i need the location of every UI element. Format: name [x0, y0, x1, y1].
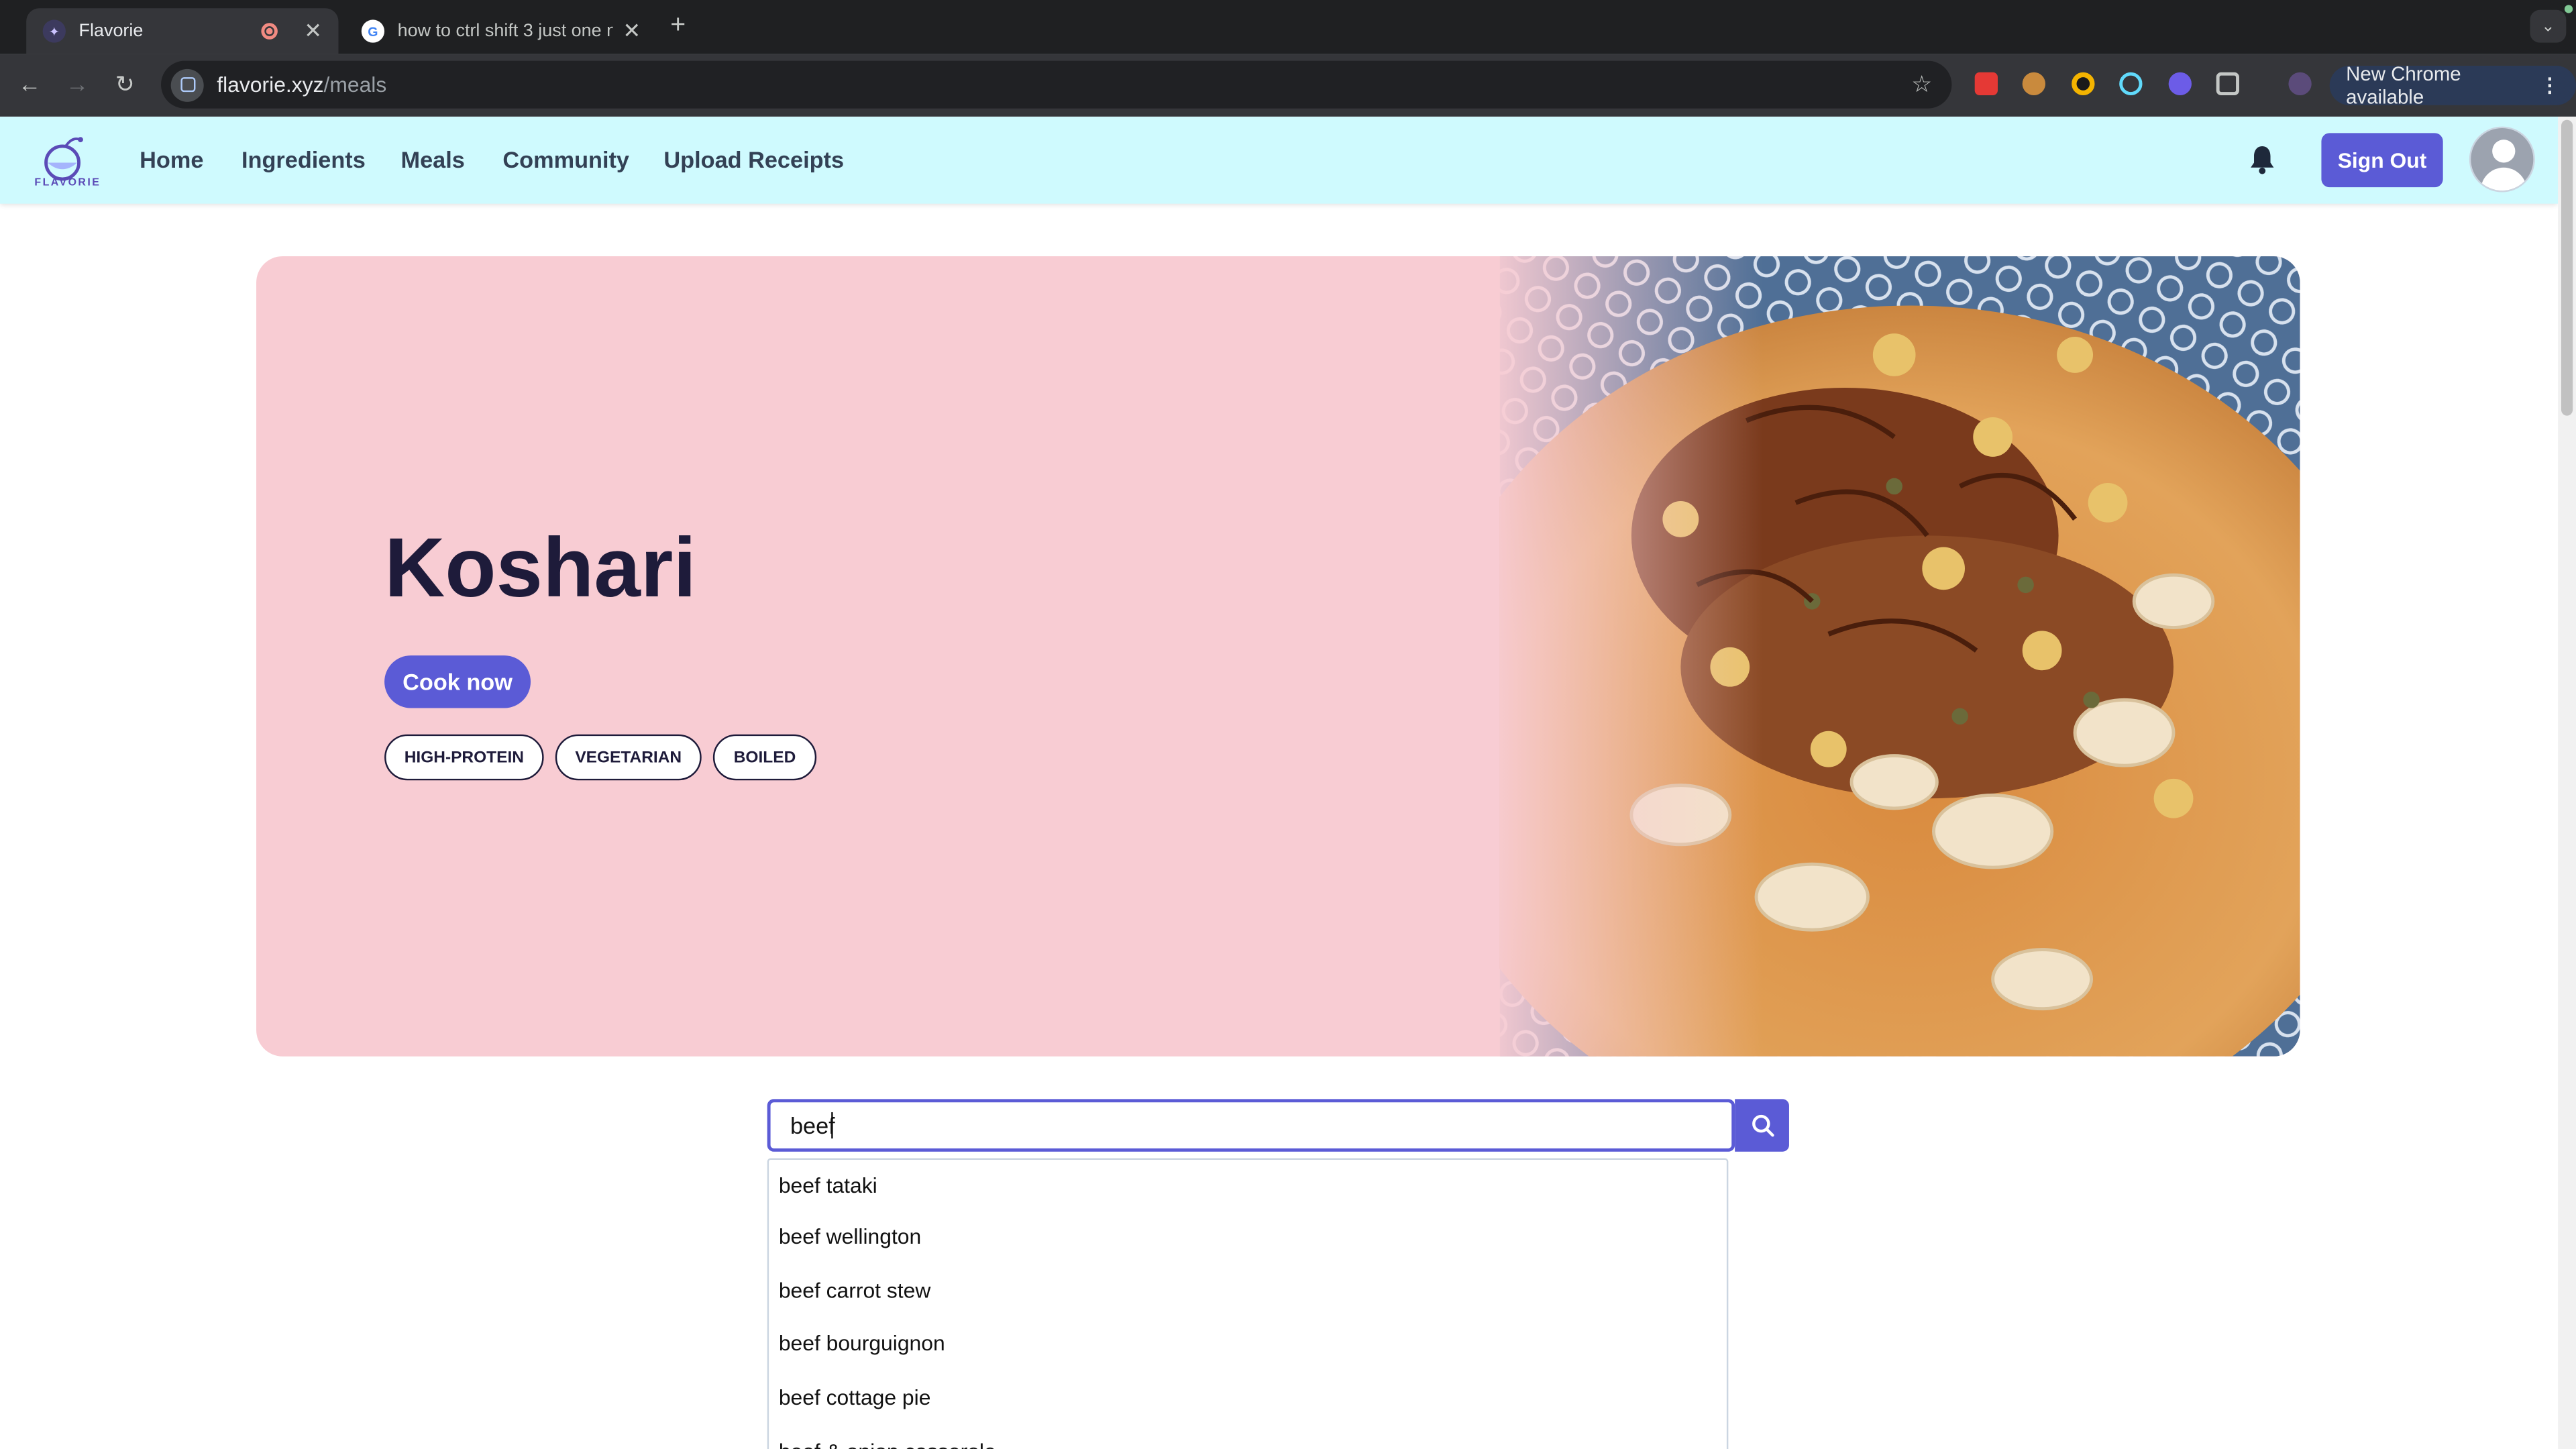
nav-ingredients[interactable]: Ingredients	[241, 146, 366, 172]
page-scrollbar[interactable]	[2558, 116, 2576, 1449]
hero-fade	[1499, 256, 1763, 1057]
avatar[interactable]	[2469, 126, 2535, 193]
nav-community[interactable]: Community	[502, 146, 629, 172]
back-icon[interactable]: ←	[15, 70, 44, 97]
extension-cookie-icon[interactable]	[2022, 72, 2046, 96]
suggestion-item[interactable]: beef cottage pie	[769, 1371, 1727, 1424]
suggestion-item[interactable]: beef wellington	[769, 1209, 1727, 1263]
tag-vegetarian[interactable]: VEGETARIAN	[555, 734, 702, 781]
bookmark-star-icon[interactable]: ☆	[1911, 70, 1932, 99]
tab-search-icon[interactable]: ⌄	[2530, 9, 2567, 43]
suggestion-item[interactable]: beef carrot stew	[769, 1263, 1727, 1317]
extension-react-icon[interactable]	[2119, 72, 2143, 96]
profile-icon[interactable]	[2288, 72, 2312, 96]
close-tab-icon[interactable]: ✕	[304, 18, 322, 44]
tab-strip: ✦ Flavorie ✕ G how to ctrl shift 3 just …	[0, 0, 2576, 54]
meal-hero-card: Koshari Cook now HIGH-PROTEIN VEGETARIAN…	[256, 256, 2300, 1057]
update-indicator-icon	[2564, 5, 2573, 13]
scroll-thumb[interactable]	[2561, 119, 2573, 416]
reload-icon[interactable]: ↻	[110, 70, 140, 99]
site-info-icon[interactable]	[170, 68, 204, 101]
new-chrome-available-button[interactable]: New Chrome available ⋮	[2329, 62, 2576, 109]
notification-bell-icon[interactable]	[2249, 145, 2275, 174]
cook-now-button[interactable]: Cook now	[384, 655, 531, 708]
sign-out-button[interactable]: Sign Out	[2321, 133, 2443, 188]
browser-toolbar: ← → ↻ flavorie.xyz/meals ☆ New Chrome av…	[0, 54, 2576, 117]
tab-title: how to ctrl shift 3 just one mo	[397, 21, 613, 42]
extensions-puzzle-icon[interactable]	[2216, 72, 2239, 96]
meal-search-input[interactable]	[767, 1099, 1735, 1152]
close-tab-icon[interactable]: ✕	[623, 18, 641, 44]
suggestion-item[interactable]: beef & onion casserole	[769, 1424, 1727, 1449]
nav-upload-receipts[interactable]: Upload Receipts	[663, 146, 844, 172]
avatar-body	[2480, 167, 2527, 191]
tab-title: Flavorie	[78, 21, 144, 42]
google-favicon-icon: G	[361, 19, 385, 43]
recording-icon	[261, 23, 278, 40]
site-navbar: FLAVORIE Home Ingredients Meals Communit…	[0, 116, 2559, 204]
search-suggestions: beef tataki beef wellington beef carrot …	[767, 1158, 1729, 1449]
avatar-head	[2492, 140, 2516, 163]
address-bar[interactable]: flavorie.xyz/meals ☆	[161, 60, 1952, 109]
logo-text: FLAVORIE	[34, 177, 101, 189]
suggestion-item[interactable]: beef tataki	[769, 1160, 1727, 1209]
search-icon	[1751, 1114, 1774, 1137]
text-caret	[831, 1112, 833, 1139]
meal-title: Koshari	[384, 521, 697, 614]
forward-icon[interactable]: →	[62, 70, 92, 97]
flavorie-favicon-icon: ✦	[42, 19, 66, 43]
nav-meals[interactable]: Meals	[401, 146, 465, 172]
tag-boiled[interactable]: BOILED	[712, 734, 817, 781]
menu-dots-icon: ⋮	[2540, 74, 2560, 97]
search-button[interactable]	[1735, 1099, 1789, 1152]
nav-home[interactable]: Home	[140, 146, 203, 172]
suggestion-item[interactable]: beef bourguignon	[769, 1317, 1727, 1371]
tag-high-protein[interactable]: HIGH-PROTEIN	[384, 734, 544, 781]
tab-flavorie[interactable]: ✦ Flavorie ✕	[26, 8, 339, 54]
new-tab-icon[interactable]: +	[670, 11, 686, 41]
tab-google-search[interactable]: G how to ctrl shift 3 just one mo ✕	[345, 8, 657, 54]
extension-red-icon[interactable]	[1974, 72, 1998, 96]
browser-window: ✦ Flavorie ✕ G how to ctrl shift 3 just …	[0, 0, 2576, 1449]
url-text: flavorie.xyz/meals	[217, 72, 387, 97]
extension-circle-icon[interactable]	[2072, 72, 2095, 96]
extension-gear-icon[interactable]	[2168, 72, 2192, 96]
